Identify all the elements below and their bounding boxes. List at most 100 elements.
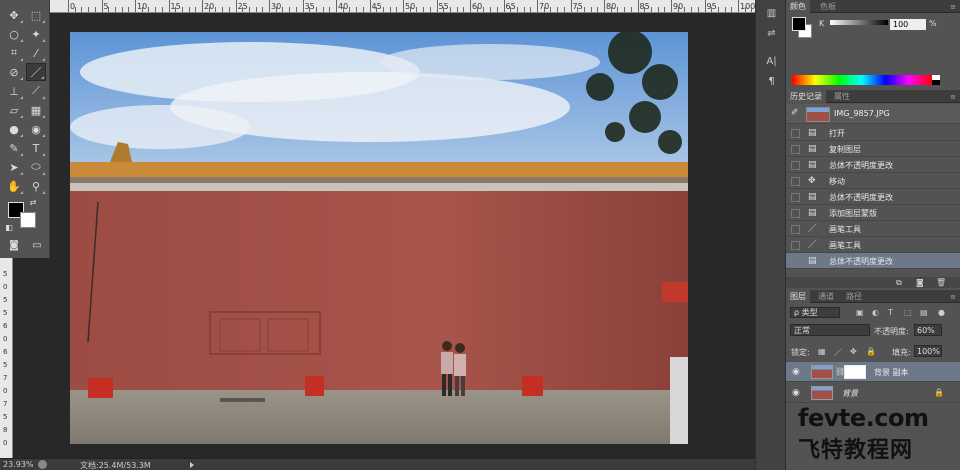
layer-row-background-copy[interactable]: ◉ ⛓ 背景 副本 <box>786 362 960 382</box>
tool-flyout-arrow-icon <box>20 191 23 194</box>
history-state[interactable]: ▤ 添加图层蒙版 <box>786 205 960 221</box>
lasso-tool-icon[interactable]: ○ <box>4 25 24 43</box>
tab-history[interactable]: 历史记录 <box>786 90 826 103</box>
tab-properties[interactable]: 属性 <box>830 90 854 103</box>
history-state[interactable]: ▤ 打开 <box>786 125 960 141</box>
panel-menu-icon[interactable]: ≡ <box>950 293 956 301</box>
history-brush-source-checkbox[interactable] <box>791 241 800 250</box>
history-state[interactable]: ▤ 总体不透明度更改 <box>786 253 960 269</box>
pen-tool-icon[interactable]: ✎ <box>4 139 24 157</box>
tab-layers[interactable]: 图层 <box>786 290 810 303</box>
filter-smart-object-icon[interactable]: ▤ <box>920 308 929 317</box>
filter-type-icon[interactable]: T <box>888 308 897 317</box>
crop-tool-icon[interactable]: ⌗ <box>4 44 24 62</box>
panel-menu-icon[interactable]: ≡ <box>950 3 956 11</box>
layer-name[interactable]: 背景 <box>842 388 858 399</box>
adjustments-panel-icon[interactable]: ▥ <box>764 8 779 22</box>
history-state[interactable]: ／ 画笔工具 <box>786 237 960 253</box>
delete-state-icon[interactable]: 🗑 <box>936 278 946 287</box>
new-snapshot-icon[interactable]: ◙ <box>916 278 925 287</box>
filter-shape-icon[interactable]: ⬚ <box>904 308 913 317</box>
tab-color[interactable]: 颜色 <box>786 0 810 13</box>
dodge-tool-icon[interactable]: ◉ <box>26 120 46 138</box>
background-color-swatch[interactable] <box>20 212 36 228</box>
document-info-icon[interactable] <box>38 460 47 469</box>
visibility-eye-icon[interactable]: ◉ <box>792 367 800 377</box>
history-state[interactable]: ／ 画笔工具 <box>786 221 960 237</box>
history-state[interactable]: ▤ 总体不透明度更改 <box>786 189 960 205</box>
color-panel-foreground[interactable] <box>792 17 806 31</box>
quick-mask-icon[interactable]: ◙ <box>4 236 24 254</box>
healing-brush-tool-icon[interactable]: ⊘ <box>4 63 24 81</box>
filter-toggle-icon[interactable]: ● <box>938 308 947 317</box>
history-brush-source-checkbox[interactable] <box>791 257 800 266</box>
character-panel-icon[interactable]: A| <box>764 56 779 70</box>
zoom-level[interactable]: 23.93% <box>3 460 34 469</box>
history-state[interactable]: ✥ 移动 <box>786 173 960 189</box>
blend-mode-select[interactable]: 正常 <box>790 324 870 336</box>
channel-value-input[interactable]: 100 <box>890 19 926 30</box>
styles-panel-icon[interactable]: ⇌ <box>764 28 779 42</box>
history-brush-source-checkbox[interactable] <box>791 145 800 154</box>
default-colors-icon[interactable]: ◧ <box>3 222 15 232</box>
lock-position-icon[interactable]: ✥ <box>850 347 859 356</box>
layer-lock-icon: 🔒 <box>934 388 944 397</box>
history-state[interactable]: ▤ 总体不透明度更改 <box>786 157 960 173</box>
ellipse-tool-icon[interactable]: ⬭ <box>26 158 46 176</box>
black-white-ramp[interactable] <box>932 75 940 85</box>
eraser-tool-icon[interactable]: ▱ <box>4 101 24 119</box>
eyedropper-tool-icon[interactable]: ⁄ <box>26 44 46 62</box>
blur-tool-icon[interactable]: ● <box>4 120 24 138</box>
ruler-subtick <box>289 7 291 12</box>
lock-transparent-icon[interactable]: ▦ <box>818 347 827 356</box>
path-selection-tool-icon[interactable]: ➤ <box>4 158 24 176</box>
status-menu-arrow-icon[interactable] <box>190 462 194 468</box>
document-canvas[interactable] <box>70 32 688 444</box>
opacity-input[interactable]: 60% <box>914 324 942 336</box>
ruler-subtick <box>624 7 626 12</box>
marquee-tool-icon[interactable]: ⬚ <box>26 6 46 24</box>
fill-input[interactable]: 100% <box>914 345 942 357</box>
brush-tool-icon[interactable]: ／ <box>26 63 46 81</box>
layer-mask-thumbnail[interactable] <box>844 365 866 379</box>
history-snapshot[interactable]: ✐ IMG_9857.JPG <box>786 104 960 124</box>
history-state[interactable]: ▤ 复制图层 <box>786 141 960 157</box>
ruler-mark-label: 5 <box>3 413 8 421</box>
layer-kind-filter[interactable]: ρ 类型 <box>790 307 840 318</box>
layer-row-background[interactable]: ◉ 背景 🔒 <box>786 383 960 403</box>
color-spectrum[interactable] <box>792 75 932 85</box>
history-brush-tool-icon[interactable]: ⟋ <box>26 82 46 100</box>
history-brush-source-checkbox[interactable] <box>791 193 800 202</box>
lock-all-icon[interactable]: 🔒 <box>866 347 876 356</box>
clone-stamp-tool-icon[interactable]: ⊥ <box>4 82 24 100</box>
history-state-icon: ▤ <box>808 256 817 266</box>
channel-slider[interactable] <box>830 20 888 25</box>
hand-tool-icon[interactable]: ✋ <box>4 177 24 195</box>
zoom-tool-icon[interactable]: ⚲ <box>26 177 46 195</box>
history-brush-source-checkbox[interactable] <box>791 129 800 138</box>
lock-image-icon[interactable]: ／ <box>834 347 843 357</box>
document-workspace[interactable] <box>50 13 755 458</box>
filter-adjustment-icon[interactable]: ◐ <box>872 308 881 317</box>
tab-paths[interactable]: 路径 <box>842 290 866 303</box>
type-tool-icon[interactable]: T <box>26 139 46 157</box>
filter-pixel-icon[interactable]: ▣ <box>856 308 865 317</box>
swap-colors-icon[interactable]: ⇄ <box>27 197 39 207</box>
visibility-eye-icon[interactable]: ◉ <box>792 388 800 398</box>
history-source-brush-icon[interactable]: ✐ <box>791 108 799 118</box>
history-brush-source-checkbox[interactable] <box>791 225 800 234</box>
tab-swatches[interactable]: 色板 <box>816 0 840 13</box>
history-brush-source-checkbox[interactable] <box>791 161 800 170</box>
tab-channels[interactable]: 通道 <box>814 290 838 303</box>
move-tool-icon[interactable]: ✥ <box>4 6 24 24</box>
new-document-from-state-icon[interactable]: ⧉ <box>896 278 905 287</box>
paragraph-panel-icon[interactable]: ¶ <box>764 76 779 90</box>
history-brush-source-checkbox[interactable] <box>791 209 800 218</box>
panel-menu-icon[interactable]: ≡ <box>950 93 956 101</box>
gradient-tool-icon[interactable]: ▦ <box>26 101 46 119</box>
ruler-subtick <box>155 7 157 12</box>
screen-mode-icon[interactable]: ▭ <box>27 236 47 254</box>
layer-name[interactable]: 背景 副本 <box>874 367 909 378</box>
history-brush-source-checkbox[interactable] <box>791 177 800 186</box>
magic-wand-tool-icon[interactable]: ✦ <box>26 25 46 43</box>
